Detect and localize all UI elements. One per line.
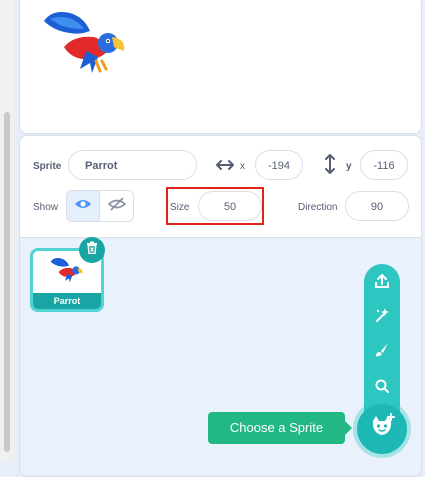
sprite-label: Sprite bbox=[33, 161, 62, 172]
stage[interactable] bbox=[19, 0, 422, 134]
y-label: y bbox=[346, 161, 352, 172]
page-scrollbar-thumb[interactable] bbox=[4, 112, 10, 452]
size-highlight-box bbox=[166, 187, 264, 225]
vertical-arrows-icon bbox=[324, 154, 336, 179]
choose-sprite-tooltip: Choose a Sprite bbox=[208, 412, 345, 444]
surprise-icon bbox=[374, 307, 390, 328]
upload-sprite-button[interactable] bbox=[372, 273, 392, 293]
visibility-toggle bbox=[66, 190, 134, 222]
hide-sprite-button[interactable] bbox=[100, 191, 133, 221]
x-position-input[interactable]: -194 bbox=[255, 150, 303, 180]
horizontal-arrows-icon bbox=[216, 158, 234, 177]
search-sprite-button[interactable] bbox=[372, 378, 392, 398]
sprite-tile-name: Parrot bbox=[33, 293, 101, 309]
choose-sprite-button[interactable] bbox=[357, 404, 407, 454]
eye-slash-icon bbox=[107, 196, 126, 216]
delete-sprite-button[interactable] bbox=[79, 237, 105, 263]
eye-icon bbox=[74, 197, 92, 215]
sprite-info-pane: Sprite Parrot x -194 y -116 Show Size 50… bbox=[20, 136, 421, 238]
paint-icon bbox=[374, 342, 390, 363]
direction-label: Direction bbox=[298, 202, 338, 213]
parrot-thumbnail bbox=[49, 255, 85, 290]
x-label: x bbox=[240, 161, 245, 172]
paint-sprite-button[interactable] bbox=[372, 342, 392, 362]
trash-icon bbox=[86, 241, 98, 259]
cat-icon bbox=[368, 412, 396, 446]
search-icon bbox=[374, 378, 390, 399]
tooltip-arrow bbox=[345, 421, 352, 435]
surprise-sprite-button[interactable] bbox=[372, 307, 392, 327]
sprite-name-input[interactable]: Parrot bbox=[68, 150, 197, 180]
show-label: Show bbox=[33, 202, 59, 213]
parrot-sprite-on-stage[interactable] bbox=[40, 7, 130, 82]
show-sprite-button[interactable] bbox=[67, 191, 101, 221]
upload-icon bbox=[374, 273, 390, 294]
y-position-input[interactable]: -116 bbox=[360, 150, 408, 180]
sprite-menu-options bbox=[364, 264, 400, 414]
page-scrollbar[interactable] bbox=[0, 0, 14, 462]
direction-input[interactable]: 90 bbox=[345, 191, 409, 221]
